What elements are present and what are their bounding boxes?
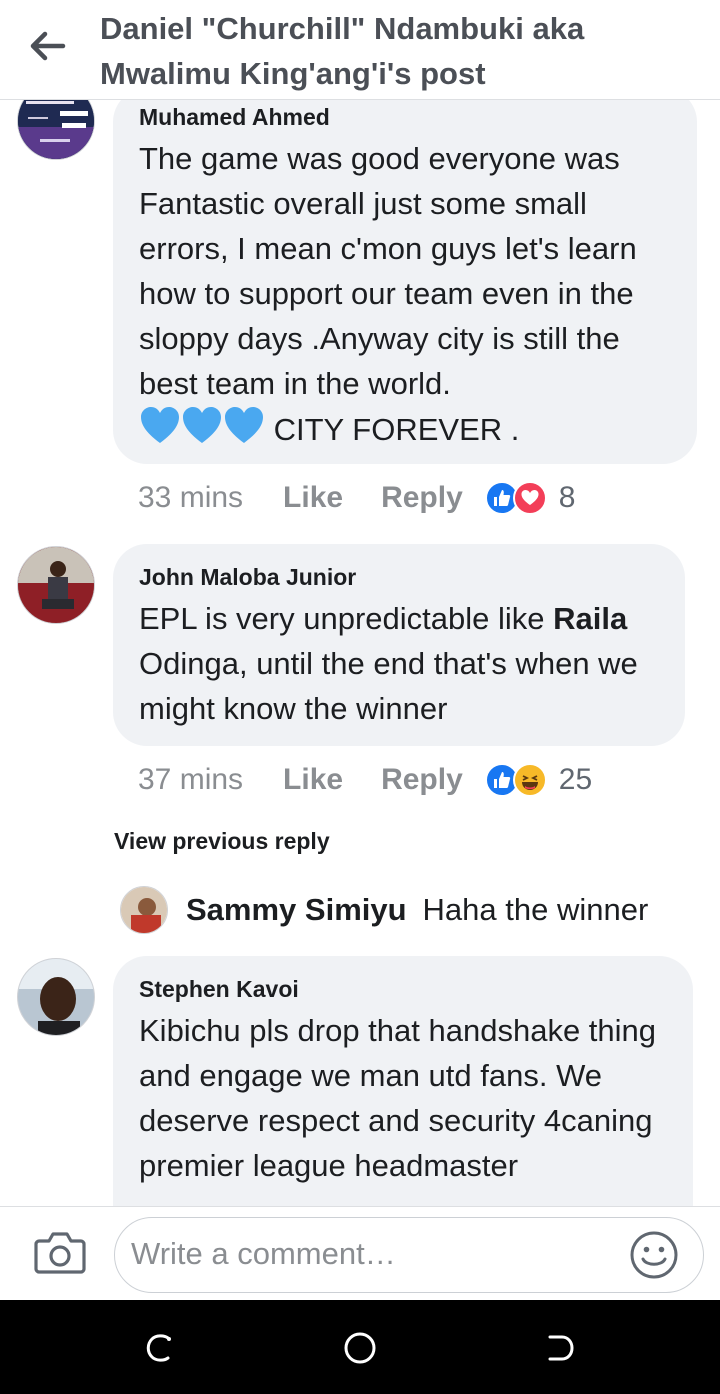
avatar[interactable] xyxy=(17,100,95,160)
avatar-image xyxy=(18,547,94,623)
comment-composer: Write a comment… xyxy=(0,1206,720,1300)
camera-icon xyxy=(34,1232,86,1274)
comment-actions: 33 mins Like Reply 8 xyxy=(138,478,575,518)
comment-input[interactable]: Write a comment… xyxy=(114,1217,704,1293)
haha-icon xyxy=(512,763,547,797)
home-icon xyxy=(344,1332,376,1364)
avatar[interactable] xyxy=(120,886,168,934)
comment-text: EPL is very unpredictable like Raila Odi… xyxy=(139,596,659,731)
reply-author[interactable]: Sammy Simiyu xyxy=(186,892,407,928)
view-previous-reply-link[interactable]: View previous reply xyxy=(114,828,330,855)
comment-body: The game was good everyone was Fantastic… xyxy=(139,141,637,401)
camera-button[interactable] xyxy=(34,1229,90,1279)
reactions-summary[interactable]: 25 xyxy=(484,763,593,797)
love-icon xyxy=(512,481,547,515)
blue-heart-icon xyxy=(225,407,263,443)
back-nav-button[interactable] xyxy=(542,1330,578,1366)
system-navigation-bar xyxy=(0,1300,720,1394)
comment-body: EPL is very unpredictable like xyxy=(139,601,554,636)
comment-bubble[interactable]: Stephen Kavoi Kibichu pls drop that hand… xyxy=(113,956,693,1206)
comment-time[interactable]: 37 mins xyxy=(138,763,243,797)
comment-author[interactable]: John Maloba Junior xyxy=(139,562,659,592)
comment-body-tail: CITY FOREVER . xyxy=(265,412,520,447)
recent-apps-button[interactable] xyxy=(142,1330,178,1366)
comment-input-placeholder: Write a comment… xyxy=(131,1236,396,1271)
page-title: Daniel "Churchill" Ndambuki aka Mwalimu … xyxy=(100,11,585,91)
avatar-image xyxy=(121,887,167,933)
back-nav-icon xyxy=(548,1335,574,1361)
avatar-image xyxy=(18,100,94,159)
blue-heart-icon xyxy=(141,407,179,443)
reply-text: Haha the winner xyxy=(422,892,649,927)
avatar-image xyxy=(18,959,94,1035)
comment-bubble[interactable]: John Maloba Junior EPL is very unpredict… xyxy=(113,544,685,746)
top-bar: Daniel "Churchill" Ndambuki aka Mwalimu … xyxy=(0,0,720,100)
reply-preview[interactable]: Sammy Simiyu Haha the winner xyxy=(120,886,648,934)
avatar[interactable] xyxy=(17,958,95,1036)
back-button[interactable] xyxy=(28,30,68,62)
like-button[interactable]: Like xyxy=(283,763,343,797)
reaction-count: 25 xyxy=(558,763,593,796)
comment-author[interactable]: Muhamed Ahmed xyxy=(139,102,671,132)
recent-apps-icon xyxy=(146,1334,171,1362)
avatar[interactable] xyxy=(17,546,95,624)
comment-author[interactable]: Stephen Kavoi xyxy=(139,974,667,1004)
blue-hearts xyxy=(139,406,265,446)
reaction-count: 8 xyxy=(558,481,576,514)
reply-button[interactable]: Reply xyxy=(381,763,463,797)
comment-text: Kibichu pls drop that handshake thing an… xyxy=(139,1013,657,1183)
like-button[interactable]: Like xyxy=(283,481,343,515)
comment-text: The game was good everyone was Fantastic… xyxy=(139,136,671,452)
comment-body-rest: Odinga, until the end that's when we mig… xyxy=(139,646,638,726)
comment-bubble[interactable]: Muhamed Ahmed The game was good everyone… xyxy=(113,100,697,464)
comments-feed[interactable]: Muhamed Ahmed The game was good everyone… xyxy=(0,100,720,1206)
emoji-icon xyxy=(630,1231,678,1279)
arrow-left-icon xyxy=(30,31,66,61)
mention[interactable]: Raila xyxy=(553,601,627,636)
blue-heart-icon xyxy=(183,407,221,443)
reply-button[interactable]: Reply xyxy=(381,481,463,515)
comment-actions: 37 mins Like Reply 25 xyxy=(138,760,592,800)
home-button[interactable] xyxy=(342,1330,378,1366)
comment-time[interactable]: 33 mins xyxy=(138,481,243,515)
reactions-summary[interactable]: 8 xyxy=(484,481,576,515)
emoji-button[interactable] xyxy=(629,1230,679,1280)
